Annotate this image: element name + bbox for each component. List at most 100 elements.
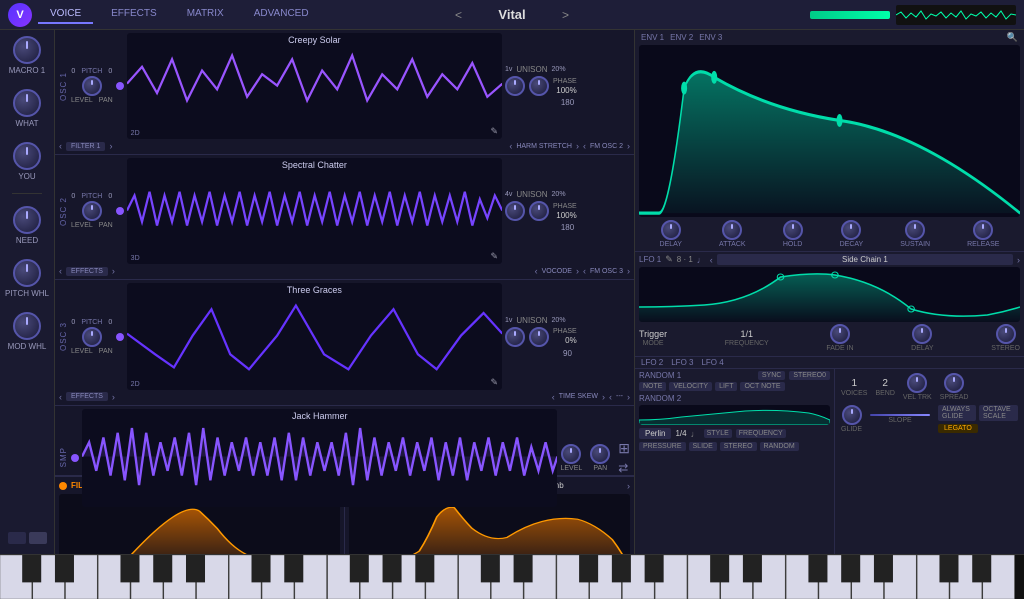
random1-label[interactable]: RANDOM 1 <box>639 371 681 380</box>
tab-voice[interactable]: VOICE <box>38 5 93 24</box>
filter1-dot[interactable] <box>59 482 67 490</box>
env3-label[interactable]: ENV 3 <box>699 33 722 42</box>
osc3-row: OSC 3 0 PITCH 0 LEVEL PAN <box>55 280 634 405</box>
prev-preset-button[interactable]: < <box>455 8 462 22</box>
lfo1-freq-val[interactable]: 1/1 <box>741 329 754 339</box>
osc3-edit-btn[interactable]: ✎ <box>490 377 498 388</box>
random2-style-val[interactable]: Perlin <box>639 428 671 439</box>
smp-pan-knob[interactable] <box>590 444 610 464</box>
random2-stereo[interactable]: STEREO <box>720 442 757 451</box>
random1-stereo[interactable]: STEREO0 <box>789 371 830 380</box>
volume-bar[interactable] <box>810 11 890 19</box>
macro4-knob[interactable] <box>13 206 41 234</box>
legato-btn[interactable]: LEGATO <box>938 424 978 433</box>
osc3-filter-label[interactable]: EFFECTS <box>66 392 108 401</box>
random2-random[interactable]: RANDOM <box>760 442 799 451</box>
env-decay-knob[interactable] <box>841 220 861 240</box>
osc1-harm-prev[interactable]: ‹ <box>509 141 512 151</box>
vel-trk-knob[interactable] <box>907 373 927 393</box>
osc1-fm-prev[interactable]: ‹ <box>583 141 586 151</box>
lfo1-mode-val[interactable]: Trigger <box>639 329 667 339</box>
osc3-level-knob[interactable] <box>82 327 102 347</box>
env-sustain-knob[interactable] <box>905 220 925 240</box>
list-view-btn[interactable] <box>29 532 47 544</box>
macro1-knob[interactable] <box>13 36 41 64</box>
random1-note[interactable]: NOTE <box>639 382 666 391</box>
osc1-unison-knob[interactable] <box>505 76 525 96</box>
smp-enable-dot[interactable] <box>71 454 79 462</box>
env1-label[interactable]: ENV 1 <box>641 33 664 42</box>
osc2-phase-knob[interactable] <box>529 201 549 221</box>
random2-freq-val[interactable]: 1/4 <box>675 429 686 438</box>
pitch-wheel-knob[interactable] <box>13 259 41 287</box>
tab-matrix[interactable]: MATRIX <box>175 5 236 24</box>
lfo2-label[interactable]: LFO 2 <box>641 358 663 367</box>
osc3-fm-label[interactable]: --- <box>616 393 623 400</box>
lfo1-fadein-knob[interactable] <box>830 324 850 344</box>
grid-view-btn[interactable] <box>8 532 26 544</box>
osc1-harm-label[interactable]: HARM STRETCH <box>516 143 572 150</box>
tab-advanced[interactable]: ADVANCED <box>242 5 321 24</box>
osc2-fm-label[interactable]: FM OSC 3 <box>590 268 623 275</box>
osc2-edit-btn[interactable]: ✎ <box>490 251 498 262</box>
keyboard[interactable] <box>0 554 1024 599</box>
spread-knob[interactable] <box>944 373 964 393</box>
next-preset-button[interactable]: > <box>562 8 569 22</box>
env-delay-knob[interactable] <box>661 220 681 240</box>
osc3-harm-label[interactable]: TIME SKEW <box>559 393 598 400</box>
lfo3-label[interactable]: LFO 3 <box>671 358 693 367</box>
slope-slider[interactable] <box>870 414 930 416</box>
smp-shuffle-icon[interactable]: ⇄ <box>618 461 630 475</box>
random1-octnote[interactable]: OCT NOTE <box>740 382 784 391</box>
osc1-level-knob[interactable] <box>82 76 102 96</box>
env-release-knob[interactable] <box>973 220 993 240</box>
osc1-fm-label[interactable]: FM OSC 2 <box>590 143 623 150</box>
osc1-edit-btn[interactable]: ✎ <box>490 126 498 137</box>
env-attack-knob[interactable] <box>722 220 742 240</box>
always-glide-btn[interactable]: ALWAYS GLIDE <box>938 405 976 421</box>
random1-sync[interactable]: SYNC <box>758 371 785 380</box>
lfo4-label[interactable]: LFO 4 <box>701 358 723 367</box>
osc2-level-knob[interactable] <box>82 201 102 221</box>
env-search-icon[interactable]: 🔍 <box>1007 32 1018 43</box>
smp-level-knob[interactable] <box>561 444 581 464</box>
env2-label[interactable]: ENV 2 <box>670 33 693 42</box>
macro3-knob[interactable] <box>13 142 41 170</box>
smp-label: SMP <box>59 447 68 467</box>
env-hold-knob[interactable] <box>783 220 803 240</box>
mod-wheel-knob[interactable] <box>13 312 41 340</box>
macro2-knob[interactable] <box>13 89 41 117</box>
lfo1-source[interactable]: Side Chain 1 <box>717 254 1013 265</box>
lfo1-delay-knob[interactable] <box>912 324 932 344</box>
random2-pressure[interactable]: PRESSURE <box>639 442 686 451</box>
random2-slide[interactable]: SLIDE <box>689 442 717 451</box>
filter2-type-next[interactable]: › <box>627 481 630 491</box>
osc2-enable-dot[interactable] <box>116 207 124 215</box>
osc1-enable-dot[interactable] <box>116 82 124 90</box>
osc2-unison-knob[interactable] <box>505 201 525 221</box>
random1-lift[interactable]: LIFT <box>715 382 737 391</box>
osc3-enable-dot[interactable] <box>116 333 124 341</box>
osc1-phase-knob[interactable] <box>529 76 549 96</box>
random1-velocity[interactable]: VELOCITY <box>669 382 712 391</box>
lfo1-label[interactable]: LFO 1 <box>639 255 661 264</box>
lfo1-note-icon[interactable]: ♩ <box>697 255 706 265</box>
random2-label[interactable]: RANDOM 2 <box>639 394 681 403</box>
octave-scale-btn[interactable]: OCTAVE SCALE <box>979 405 1018 421</box>
osc3-phase-knob[interactable] <box>529 327 549 347</box>
smp-name: Jack Hammer <box>292 411 348 421</box>
glide-knob[interactable] <box>842 405 862 425</box>
osc1-filter-next[interactable]: › <box>109 141 112 151</box>
osc2-filter-label[interactable]: EFFECTS <box>66 267 108 276</box>
osc2-harm-label[interactable]: VOCODE <box>542 268 572 275</box>
osc2-filter-next[interactable]: › <box>112 266 115 276</box>
osc1-harm-next[interactable]: › <box>576 141 579 151</box>
osc1-filter-prev[interactable]: ‹ <box>59 141 62 151</box>
osc3-unison-knob[interactable] <box>505 327 525 347</box>
smp-grid-icon[interactable]: ⊞ <box>618 440 630 457</box>
lfo1-stereo-knob[interactable] <box>996 324 1016 344</box>
osc2-filter-prev[interactable]: ‹ <box>59 266 62 276</box>
osc1-fm-next[interactable]: › <box>627 141 630 151</box>
osc1-filter-label[interactable]: FILTER 1 <box>66 142 105 151</box>
tab-effects[interactable]: EFFECTS <box>99 5 169 24</box>
